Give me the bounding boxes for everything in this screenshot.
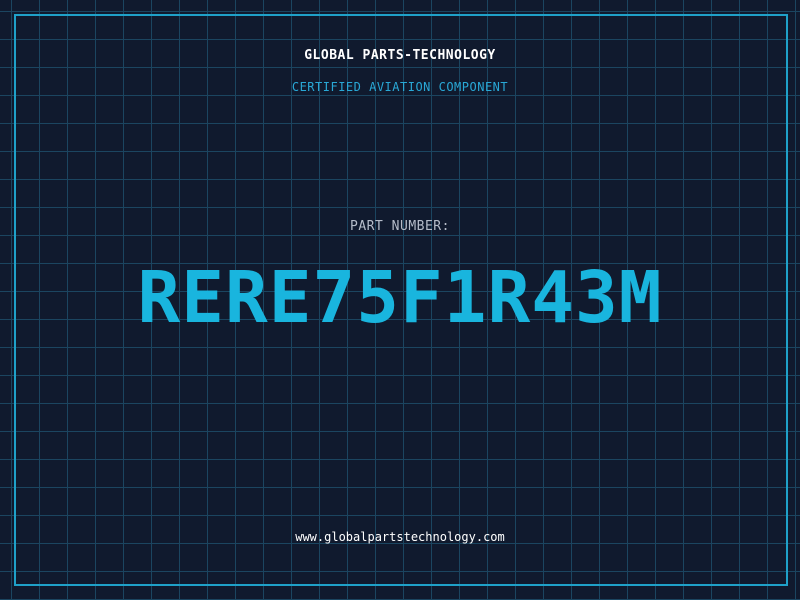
part-number-label: PART NUMBER: <box>350 219 450 234</box>
part-number-value: RERE75F1R43M <box>137 256 663 339</box>
company-name: GLOBAL PARTS-TECHNOLOGY <box>304 48 496 63</box>
website-url: www.globalpartstechnology.com <box>295 530 505 544</box>
part-label-card: GLOBAL PARTS-TECHNOLOGY CERTIFIED AVIATI… <box>0 0 800 600</box>
certification-tagline: CERTIFIED AVIATION COMPONENT <box>291 80 509 94</box>
